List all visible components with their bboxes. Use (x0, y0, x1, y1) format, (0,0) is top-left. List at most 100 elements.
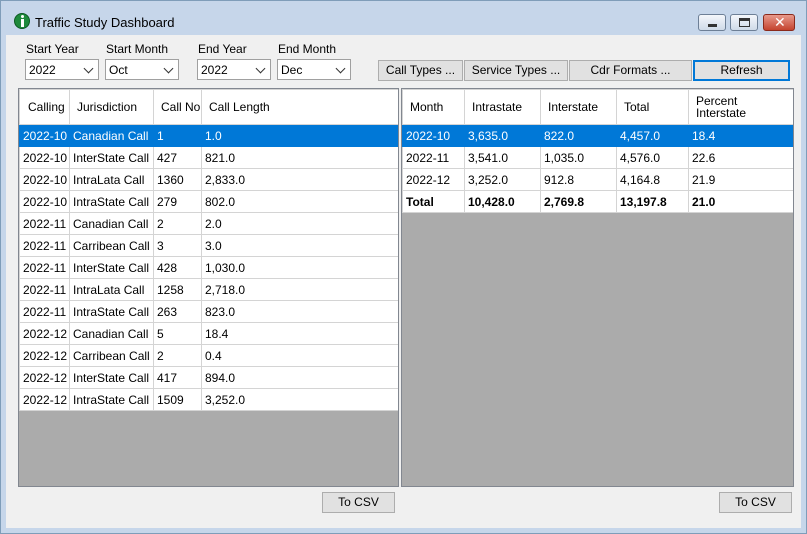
table-row[interactable]: 2022-10 IntraState Call 279 802.0 (19, 190, 398, 213)
table-cell[interactable]: 2022-12 (402, 168, 465, 191)
table-cell[interactable]: 2022-12 (19, 344, 70, 367)
table-row[interactable]: 2022-12 Canadian Call 5 18.4 (19, 322, 398, 345)
call-details-grid[interactable]: Calling Period Jurisdiction Call No Call… (18, 88, 399, 487)
table-cell[interactable]: 21.0 (688, 190, 793, 213)
table-cell[interactable]: Canadian Call (69, 212, 154, 235)
table-cell[interactable]: 4,576.0 (616, 146, 689, 169)
table-row[interactable]: 2022-11 IntraState Call 263 823.0 (19, 300, 398, 323)
table-cell[interactable]: 2,769.8 (540, 190, 617, 213)
table-cell[interactable]: 279 (153, 190, 202, 213)
left-to-csv-button[interactable]: To CSV (322, 492, 395, 513)
maximize-button[interactable] (730, 14, 758, 31)
title-bar[interactable]: Traffic Study Dashboard ✕ (1, 1, 806, 35)
table-row[interactable]: 2022-11 Canadian Call 2 2.0 (19, 212, 398, 235)
table-cell[interactable]: 4,164.8 (616, 168, 689, 191)
monthly-summary-grid[interactable]: Month Intrastate Interstate Total Percen… (401, 88, 794, 487)
right-to-csv-button[interactable]: To CSV (719, 492, 792, 513)
service-types-button[interactable]: Service Types ... (464, 60, 568, 81)
start-month-select[interactable]: Oct (105, 59, 179, 80)
table-cell[interactable]: 912.8 (540, 168, 617, 191)
table-cell[interactable]: 2 (153, 344, 202, 367)
table-cell[interactable]: InterState Call (69, 256, 154, 279)
table-row[interactable]: 2022-10 IntraLata Call 1360 2,833.0 (19, 168, 398, 191)
table-cell[interactable]: 18.4 (201, 322, 398, 345)
table-cell[interactable]: 1360 (153, 168, 202, 191)
table-cell[interactable]: IntraState Call (69, 300, 154, 323)
start-year-select[interactable]: 2022 (25, 59, 99, 80)
table-cell[interactable]: 1,030.0 (201, 256, 398, 279)
table-cell[interactable]: 2022-11 (19, 278, 70, 301)
total-row[interactable]: Total 10,428.0 2,769.8 13,197.8 21.0 (402, 190, 793, 213)
table-cell[interactable]: 3,252.0 (464, 168, 541, 191)
table-row[interactable]: 2022-12 InterState Call 417 894.0 (19, 366, 398, 389)
column-header-percent-interstate[interactable]: Percent Interstate (688, 89, 793, 125)
table-row[interactable]: 2022-10 Canadian Call 1 1.0 (19, 124, 398, 147)
column-header-call-no[interactable]: Call No (153, 89, 202, 125)
table-cell[interactable]: 5 (153, 322, 202, 345)
table-cell[interactable]: 2022-10 (19, 190, 70, 213)
table-cell[interactable]: 1258 (153, 278, 202, 301)
table-cell[interactable]: 3,541.0 (464, 146, 541, 169)
table-row[interactable]: 2022-11 IntraLata Call 1258 2,718.0 (19, 278, 398, 301)
table-cell[interactable]: 1,035.0 (540, 146, 617, 169)
table-cell[interactable]: IntraLata Call (69, 168, 154, 191)
table-cell[interactable]: InterState Call (69, 146, 154, 169)
table-cell[interactable]: 18.4 (688, 124, 793, 147)
table-cell[interactable]: IntraState Call (69, 388, 154, 411)
table-cell[interactable]: 1509 (153, 388, 202, 411)
call-types-button[interactable]: Call Types ... (378, 60, 463, 81)
minimize-button[interactable] (698, 14, 726, 31)
table-cell[interactable]: Canadian Call (69, 124, 154, 147)
table-cell[interactable]: 2022-11 (402, 146, 465, 169)
table-cell[interactable]: Carribean Call (69, 234, 154, 257)
table-cell[interactable]: 0.4 (201, 344, 398, 367)
table-cell[interactable]: 2,718.0 (201, 278, 398, 301)
table-cell[interactable]: 2022-12 (19, 322, 70, 345)
close-button[interactable]: ✕ (763, 14, 795, 31)
table-row[interactable]: 2022-12 Carribean Call 2 0.4 (19, 344, 398, 367)
cdr-formats-button[interactable]: Cdr Formats ... (569, 60, 692, 81)
table-cell[interactable]: Canadian Call (69, 322, 154, 345)
column-header-calling-period[interactable]: Calling Period (19, 89, 70, 125)
table-cell[interactable]: 428 (153, 256, 202, 279)
table-cell[interactable]: 2022-11 (19, 300, 70, 323)
table-cell[interactable]: 3 (153, 234, 202, 257)
table-cell[interactable]: 13,197.8 (616, 190, 689, 213)
table-cell[interactable]: 427 (153, 146, 202, 169)
table-cell[interactable]: Carribean Call (69, 344, 154, 367)
table-cell[interactable]: 4,457.0 (616, 124, 689, 147)
table-cell[interactable]: 2022-12 (19, 366, 70, 389)
table-row[interactable]: 2022-10 3,635.0 822.0 4,457.0 18.4 (402, 124, 793, 147)
refresh-button[interactable]: Refresh (693, 60, 790, 81)
table-row[interactable]: 2022-12 3,252.0 912.8 4,164.8 21.9 (402, 168, 793, 191)
column-header-intrastate[interactable]: Intrastate (464, 89, 541, 125)
table-cell[interactable]: 821.0 (201, 146, 398, 169)
table-cell[interactable]: Total (402, 190, 465, 213)
table-row[interactable]: 2022-11 InterState Call 428 1,030.0 (19, 256, 398, 279)
table-cell[interactable]: 2022-10 (19, 146, 70, 169)
table-cell[interactable]: 417 (153, 366, 202, 389)
table-row[interactable]: 2022-12 IntraState Call 1509 3,252.0 (19, 388, 398, 411)
table-cell[interactable]: 2022-11 (19, 234, 70, 257)
column-header-total[interactable]: Total (616, 89, 689, 125)
table-cell[interactable]: InterState Call (69, 366, 154, 389)
table-cell[interactable]: 2022-10 (19, 124, 70, 147)
table-cell[interactable]: 2022-11 (19, 212, 70, 235)
table-cell[interactable]: 2 (153, 212, 202, 235)
table-cell[interactable]: 894.0 (201, 366, 398, 389)
column-header-jurisdiction[interactable]: Jurisdiction (69, 89, 154, 125)
table-cell[interactable]: 1 (153, 124, 202, 147)
table-cell[interactable]: 21.9 (688, 168, 793, 191)
end-year-select[interactable]: 2022 (197, 59, 271, 80)
column-header-interstate[interactable]: Interstate (540, 89, 617, 125)
table-cell[interactable]: 3,252.0 (201, 388, 398, 411)
table-cell[interactable]: 263 (153, 300, 202, 323)
table-cell[interactable]: 2.0 (201, 212, 398, 235)
table-cell[interactable]: 2022-12 (19, 388, 70, 411)
column-header-month[interactable]: Month (402, 89, 465, 125)
table-cell[interactable]: 10,428.0 (464, 190, 541, 213)
table-cell[interactable]: 2,833.0 (201, 168, 398, 191)
table-cell[interactable]: IntraLata Call (69, 278, 154, 301)
table-cell[interactable]: 22.6 (688, 146, 793, 169)
table-cell[interactable]: 2022-10 (19, 168, 70, 191)
